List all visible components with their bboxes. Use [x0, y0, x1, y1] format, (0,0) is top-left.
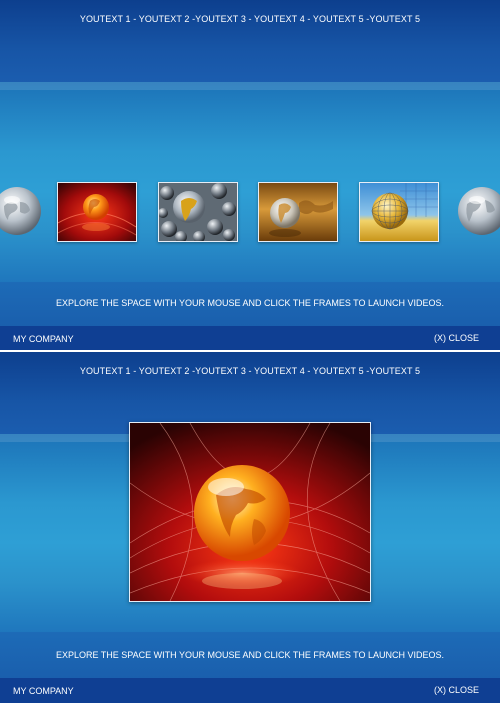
footer-bar: MY COMPANY (X) CLOSE: [0, 678, 500, 703]
globe-red-icon: [130, 423, 370, 601]
globe-spheres-icon: [159, 183, 237, 241]
gallery-panel-video: YOUTEXT 1 - YOUTEXT 2 -YOUTEXT 3 - YOUTE…: [0, 352, 500, 703]
globe-gold-icon: [259, 183, 337, 241]
video-thumbnail-2[interactable]: [158, 182, 238, 242]
video-thumbnail-4[interactable]: [359, 182, 439, 242]
company-name: MY COMPANY: [13, 334, 74, 344]
footer-bar: MY COMPANY (X) CLOSE: [0, 326, 500, 351]
globe-silver-icon[interactable]: [455, 184, 500, 238]
gallery-panel-carousel: YOUTEXT 1 - YOUTEXT 2 -YOUTEXT 3 - YOUTE…: [0, 0, 500, 351]
video-thumbnail-1[interactable]: [57, 182, 137, 242]
instructions-band: EXPLORE THE SPACE WITH YOUR MOUSE AND CL…: [0, 632, 500, 678]
globe-silver-icon[interactable]: [0, 184, 44, 238]
globe-grid-icon: [360, 183, 438, 241]
video-thumbnail-3[interactable]: [258, 182, 338, 242]
video-frame[interactable]: [129, 422, 371, 602]
instructions-text: EXPLORE THE SPACE WITH YOUR MOUSE AND CL…: [55, 298, 445, 308]
nav-links[interactable]: YOUTEXT 1 - YOUTEXT 2 -YOUTEXT 3 - YOUTE…: [0, 14, 500, 24]
globe-red-icon: [58, 183, 136, 241]
close-button[interactable]: (X) CLOSE: [434, 685, 479, 695]
instructions-band: EXPLORE THE SPACE WITH YOUR MOUSE AND CL…: [0, 282, 500, 326]
instructions-text: EXPLORE THE SPACE WITH YOUR MOUSE AND CL…: [55, 650, 445, 660]
nav-links[interactable]: YOUTEXT 1 - YOUTEXT 2 -YOUTEXT 3 - YOUTE…: [0, 366, 500, 376]
company-name: MY COMPANY: [13, 686, 74, 696]
header-band: YOUTEXT 1 - YOUTEXT 2 -YOUTEXT 3 - YOUTE…: [0, 0, 500, 82]
close-button[interactable]: (X) CLOSE: [434, 333, 479, 343]
stage-highlight: [0, 82, 500, 90]
